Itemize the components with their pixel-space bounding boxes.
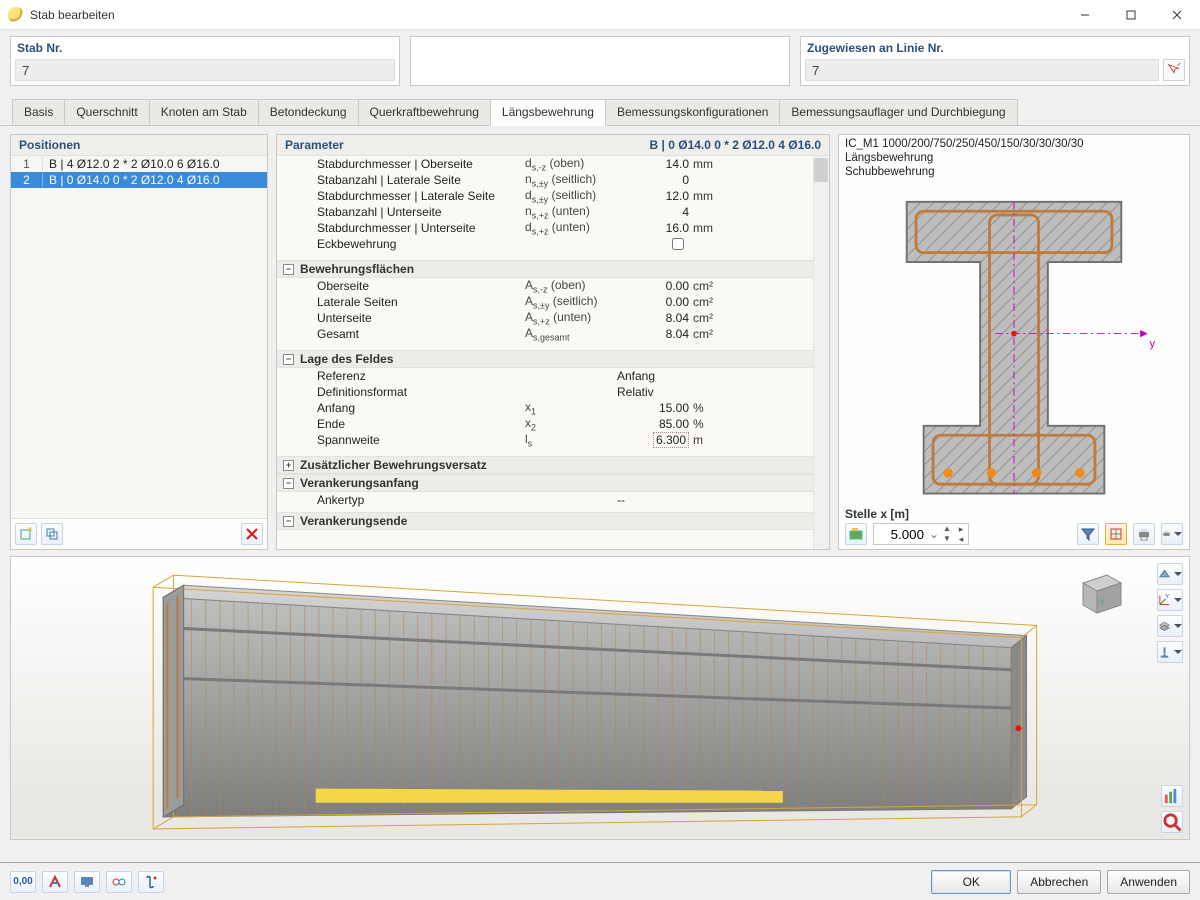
param-row[interactable]: Stabanzahl | Laterale Seitens,±y (seitli… <box>277 172 829 188</box>
collapse-icon[interactable]: − <box>283 264 294 275</box>
param-row[interactable]: Eckbewehrung <box>277 236 829 252</box>
print-section-menu-button[interactable] <box>1161 523 1183 545</box>
zugewiesen-input[interactable] <box>805 59 1159 81</box>
param-row[interactable]: Stabdurchmesser | Oberseiteds,-z (oben)1… <box>277 156 829 172</box>
pos-x-input[interactable] <box>874 524 928 544</box>
print-section-button[interactable] <box>1133 523 1155 545</box>
tab-basis[interactable]: Basis <box>12 99 65 125</box>
section-description: IC_M1 1000/200/750/250/450/150/30/30/30/… <box>839 135 1189 181</box>
tool-a-button[interactable] <box>42 871 68 893</box>
collapse-icon[interactable]: − <box>283 354 294 365</box>
maximize-button[interactable] <box>1108 0 1154 30</box>
param-row[interactable]: GesamtAs,gesamt8.04cm² <box>277 326 829 342</box>
param-group-header[interactable]: −Bewehrungsflächen <box>277 260 829 278</box>
expand-icon[interactable]: + <box>283 460 294 471</box>
tab-querschnitt[interactable]: Querschnitt <box>64 99 149 125</box>
positions-panel: Positionen 1 B | 4 Ø12.0 2 * 2 Ø10.0 6 Ø… <box>10 134 268 550</box>
ok-button[interactable]: OK <box>931 870 1011 894</box>
tab-betondeckung[interactable]: Betondeckung <box>258 99 359 125</box>
parameter-header-value: B | 0 Ø14.0 0 * 2 Ø12.0 4 Ø16.0 <box>650 138 821 152</box>
pos-x-spinner[interactable]: ⌄ ▲▼ ▸◂ <box>873 523 969 545</box>
svg-text:y: y <box>1150 338 1156 350</box>
app-icon <box>8 7 24 23</box>
positions-row[interactable]: 2 B | 0 Ø14.0 0 * 2 Ø12.0 4 Ø16.0 <box>11 172 267 188</box>
bottom-bar: 0,00 OK Abbrechen Anwenden <box>0 862 1200 900</box>
delete-position-button[interactable] <box>241 523 263 545</box>
orientation-cube[interactable]: -Y <box>1073 565 1127 619</box>
stab-nr-box: Stab Nr. <box>10 36 400 86</box>
param-row[interactable]: UnterseiteAs,+z (unten)8.04cm² <box>277 310 829 326</box>
param-row[interactable]: Spannweitels6.300m <box>277 432 829 448</box>
scrollbar[interactable] <box>813 156 829 549</box>
cross-section-panel: IC_M1 1000/200/750/250/450/150/30/30/30/… <box>838 134 1190 550</box>
param-row[interactable]: Stabdurchmesser | Laterale Seiteds,±y (s… <box>277 188 829 204</box>
tab-bemessungsauflager[interactable]: Bemessungsauflager und Durchbiegung <box>779 99 1017 125</box>
param-row[interactable]: OberseiteAs,-z (oben)0.00cm² <box>277 278 829 294</box>
member-3d-view[interactable]: // procedurally add vertical stirrups ac… <box>10 556 1190 840</box>
section-settings-button[interactable] <box>845 523 867 545</box>
tool-script-button[interactable] <box>138 871 164 893</box>
param-group-header[interactable]: −Verankerungsanfang <box>277 474 829 492</box>
layers-button[interactable] <box>1157 615 1183 637</box>
mid-empty-box <box>410 36 790 86</box>
positions-row[interactable]: 1 B | 4 Ø12.0 2 * 2 Ø10.0 6 Ø16.0 <box>11 156 267 172</box>
tab-laengs[interactable]: Längsbewehrung <box>490 99 606 126</box>
stab-nr-input[interactable] <box>15 59 395 81</box>
stab-nr-label: Stab Nr. <box>11 37 399 57</box>
param-row[interactable]: ReferenzAnfang <box>277 368 829 384</box>
param-group-header[interactable]: −Verankerungsende <box>277 512 829 530</box>
parameter-header: Parameter <box>285 138 344 152</box>
tab-bemessungskonfig[interactable]: Bemessungskonfigurationen <box>605 99 780 125</box>
dimensions-button[interactable] <box>1105 523 1127 545</box>
parameter-grid[interactable]: Stabdurchmesser | Oberseiteds,-z (oben)1… <box>277 156 829 549</box>
top-fields: Stab Nr. Zugewiesen an Linie Nr. <box>0 30 1200 92</box>
parameter-panel: Parameter B | 0 Ø14.0 0 * 2 Ø12.0 4 Ø16.… <box>276 134 830 550</box>
param-group-header[interactable]: −Lage des Feldes <box>277 350 829 368</box>
apply-button[interactable]: Anwenden <box>1107 870 1190 894</box>
add-position-button[interactable] <box>15 523 37 545</box>
tool-display-button[interactable] <box>74 871 100 893</box>
minimize-button[interactable] <box>1062 0 1108 30</box>
zugewiesen-box: Zugewiesen an Linie Nr. <box>800 36 1190 86</box>
param-row[interactable]: Anfangx115.00% <box>277 400 829 416</box>
positions-header: Positionen <box>19 138 80 152</box>
copy-position-button[interactable] <box>41 523 63 545</box>
param-group-header[interactable]: +Zusätzlicher Bewehrungsversatz <box>277 456 829 474</box>
view-corner-buttons <box>1161 785 1183 833</box>
units-button[interactable]: 0,00 <box>10 871 36 893</box>
param-row[interactable]: DefinitionsformatRelativ <box>277 384 829 400</box>
param-row[interactable]: Stabanzahl | Unterseitens,+z (unten)4 <box>277 204 829 220</box>
axes-button[interactable]: Y <box>1157 589 1183 611</box>
tab-knoten[interactable]: Knoten am Stab <box>149 99 259 125</box>
tool-link-button[interactable] <box>106 871 132 893</box>
param-row[interactable]: Laterale SeitenAs,±y (seitlich)0.00cm² <box>277 294 829 310</box>
tab-querkraft[interactable]: Querkraftbewehrung <box>358 99 491 125</box>
tab-strip: Basis Querschnitt Knoten am Stab Betonde… <box>0 92 1200 126</box>
cancel-button[interactable]: Abbrechen <box>1017 870 1101 894</box>
title-bar: Stab bearbeiten <box>0 0 1200 30</box>
supports-button[interactable] <box>1157 641 1183 663</box>
view-results-button[interactable] <box>1161 785 1183 807</box>
param-row[interactable]: Stabdurchmesser | Unterseiteds,+z (unten… <box>277 220 829 236</box>
zugewiesen-label: Zugewiesen an Linie Nr. <box>801 37 1189 57</box>
param-row[interactable]: Ankertyp-- <box>277 492 829 508</box>
positions-table[interactable]: 1 B | 4 Ø12.0 2 * 2 Ø10.0 6 Ø16.0 2 B | … <box>11 156 267 518</box>
view-style-button[interactable] <box>1157 563 1183 585</box>
pos-x-label: Stelle x [m] <box>845 507 1183 521</box>
eckbewehrung-checkbox[interactable] <box>672 238 684 250</box>
section-drawing: y <box>845 183 1183 503</box>
collapse-icon[interactable]: − <box>283 478 294 489</box>
window-title: Stab bearbeiten <box>30 8 115 22</box>
param-row[interactable]: Endex285.00% <box>277 416 829 432</box>
svg-text:-Y: -Y <box>1097 598 1106 607</box>
close-button[interactable] <box>1154 0 1200 30</box>
pick-line-button[interactable] <box>1163 59 1185 81</box>
filter-button[interactable] <box>1077 523 1099 545</box>
view-side-buttons: Y <box>1157 563 1183 663</box>
collapse-icon[interactable]: − <box>283 516 294 527</box>
zoom-selection-button[interactable] <box>1161 811 1183 833</box>
svg-text:Y: Y <box>1165 594 1169 600</box>
